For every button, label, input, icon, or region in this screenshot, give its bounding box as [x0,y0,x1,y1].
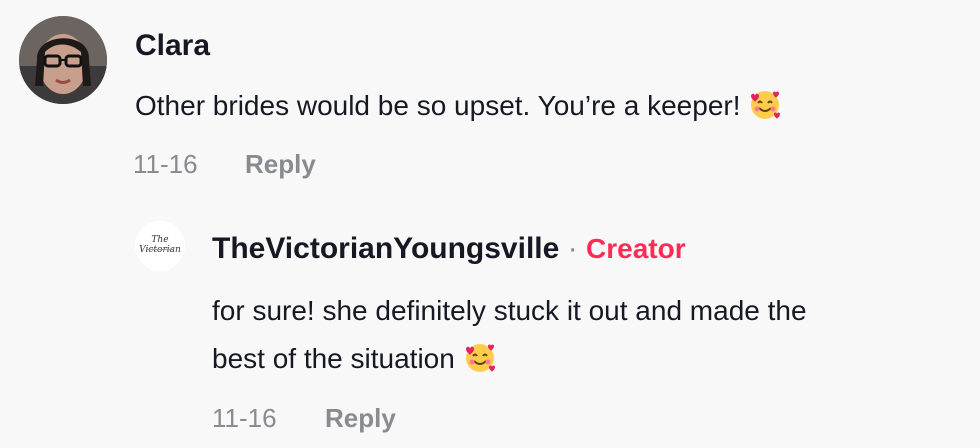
comment-text: Other brides would be so upset. You’re a… [135,82,782,130]
comment-username[interactable]: Clara [135,29,210,63]
comment-date: 11-16 [212,403,277,433]
reply-button[interactable]: Reply [245,149,316,179]
comment-text: for sure! she definitely stuck it out an… [212,287,807,383]
comment-username-line: TheVictorianYoungsville · Creator [212,232,686,266]
profile-photo-icon [19,16,107,104]
comment-date: 11-16 [133,149,198,179]
smiling-face-with-hearts-icon [751,91,781,119]
comment-text-content: best of the situation [212,343,455,374]
avatar-logo-text: The Victorian [139,235,181,255]
creator-badge: Creator [586,233,686,264]
avatar[interactable]: The Victorian [135,221,185,271]
comment-text-line-2: best of the situation [212,335,807,383]
smiling-face-with-hearts-icon [465,344,495,372]
avatar[interactable] [19,16,107,104]
comment-text-line: for sure! she definitely stuck it out an… [212,295,807,326]
separator-dot: · [567,232,578,265]
avatar-logo-rule [147,249,173,250]
comment-text-content: Other brides would be so upset. You’re a… [135,90,741,121]
comment-username[interactable]: TheVictorianYoungsville [212,232,559,265]
reply-button[interactable]: Reply [325,403,396,433]
